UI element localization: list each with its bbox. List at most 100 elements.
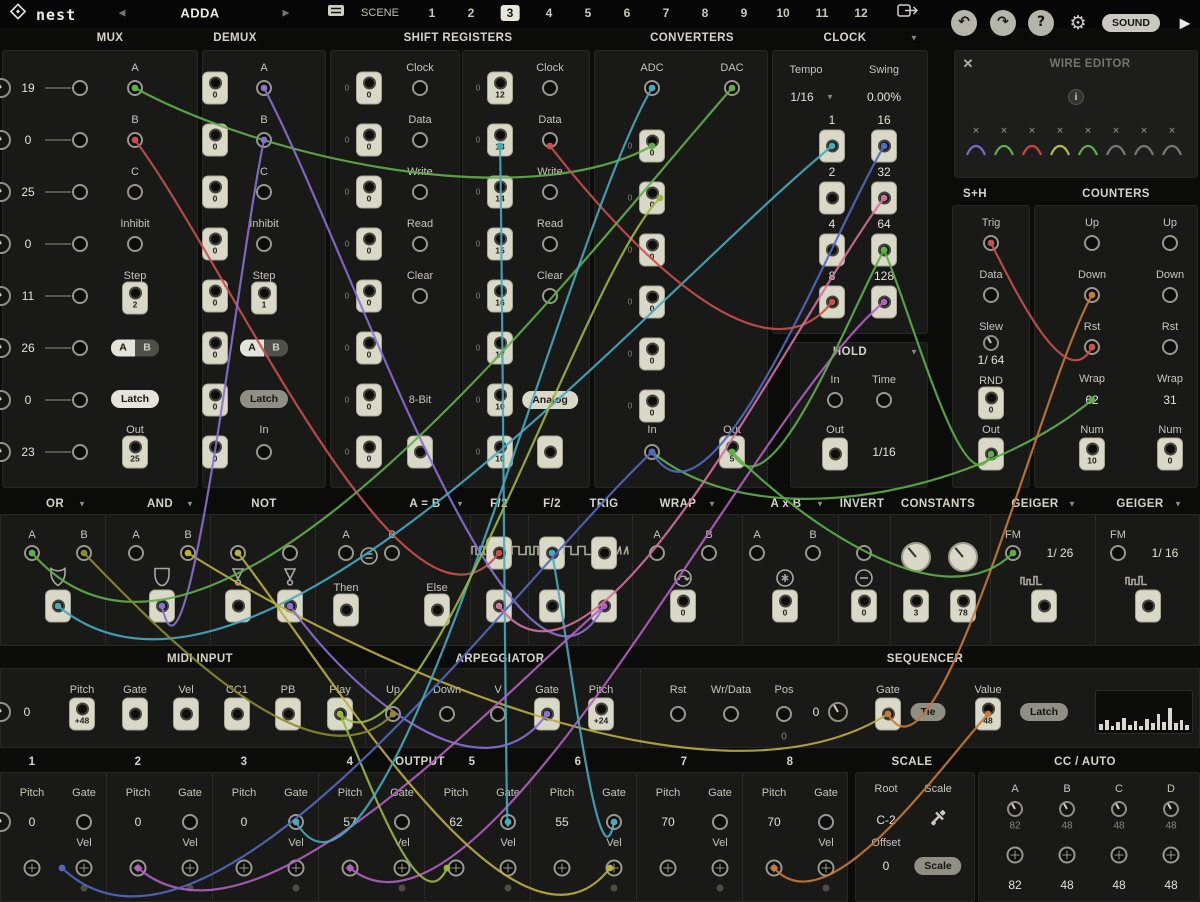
mux-knob-value-4[interactable]: 0 [25, 237, 32, 251]
clock-division-port-4[interactable] [819, 234, 845, 267]
and-a-port[interactable] [128, 545, 144, 561]
midi-gate-port[interactable] [122, 698, 148, 731]
scene-tab-1[interactable]: 1 [423, 5, 442, 21]
demux-out-port-8[interactable]: 0 [202, 436, 228, 469]
output1-pitch-port[interactable] [24, 860, 41, 877]
output4-pitch-value[interactable]: 57 [343, 815, 356, 829]
sr2-cell-port-2[interactable]: 13 [487, 124, 513, 157]
mux-a-port[interactable] [127, 80, 143, 96]
axb-dropdown-icon[interactable]: ▼ [816, 500, 824, 509]
scene-tab-3[interactable]: 3 [501, 5, 520, 21]
invert-out-port[interactable]: 0 [851, 590, 877, 623]
sr2-cell-port-3[interactable]: 14 [487, 176, 513, 209]
seq-step-display[interactable] [1095, 690, 1193, 734]
sr1-cell-port-1[interactable]: 0 [356, 72, 382, 105]
axb-a-port[interactable] [749, 545, 765, 561]
wrap-out-port[interactable]: 0 [670, 590, 696, 623]
demux-out-port-6[interactable]: 0 [202, 332, 228, 365]
undo-button[interactable]: ↶ [951, 10, 977, 36]
sr1-mode-port[interactable] [407, 436, 433, 469]
not2-out-port[interactable] [277, 590, 303, 623]
sr1-mode-label[interactable]: 8-Bit [409, 394, 432, 406]
output5-pitch-value[interactable]: 62 [449, 815, 462, 829]
mux-row-port-7[interactable] [72, 392, 88, 408]
output2-vel-port[interactable] [182, 860, 199, 877]
hold-dropdown-icon[interactable]: ▼ [910, 348, 918, 357]
seq-latch-button[interactable]: Latch [1020, 703, 1068, 721]
mux-ab-toggle[interactable]: AB [111, 340, 159, 357]
geiger2-header[interactable]: GEIGER [1116, 498, 1163, 510]
output3-gate-port[interactable] [288, 814, 304, 830]
aeqb-dropdown-icon[interactable]: ▼ [456, 500, 464, 509]
midi-play-port[interactable] [327, 698, 353, 731]
sr2-data-port[interactable] [542, 132, 558, 148]
output8-pitch-port[interactable] [766, 860, 783, 877]
output6-gate-port[interactable] [606, 814, 622, 830]
wrap-b-port[interactable] [701, 545, 717, 561]
mux-c-port[interactable] [127, 184, 143, 200]
wire-editor-info-icon[interactable]: i [1068, 89, 1084, 105]
clock-division-port-2[interactable] [819, 182, 845, 215]
constant2-out-port[interactable]: 78 [950, 590, 976, 623]
preset-name[interactable]: ADDA [180, 6, 219, 21]
mux-b-port[interactable] [127, 132, 143, 148]
wire-slot-icon-5[interactable] [1078, 142, 1098, 162]
converter-cell-port-3[interactable]: 0 [639, 234, 665, 267]
demux-out-port-2[interactable]: 0 [202, 124, 228, 157]
trig-in-port[interactable] [591, 537, 617, 570]
or-dropdown-icon[interactable]: ▼ [78, 500, 86, 509]
constant2-knob[interactable] [948, 542, 978, 572]
mux-knob-value-1[interactable]: 19 [21, 81, 34, 95]
demux-step-port[interactable]: 1 [251, 282, 277, 315]
f2b-out-port[interactable] [539, 590, 565, 623]
not1-in-port[interactable] [230, 545, 246, 561]
sr1-cell-port-4[interactable]: 0 [356, 228, 382, 261]
sr1-data-port[interactable] [412, 132, 428, 148]
wrap-header[interactable]: WRAP [660, 498, 697, 510]
sr2-clear-port[interactable] [542, 288, 558, 304]
mux-latch-button[interactable]: Latch [111, 390, 159, 408]
axb-b-port[interactable] [805, 545, 821, 561]
cc-knob-C[interactable] [1111, 801, 1127, 817]
mux-knob-value-2[interactable]: 0 [25, 133, 32, 147]
preset-prev-icon[interactable]: ◀ [119, 8, 126, 19]
mux-row-port-4[interactable] [72, 236, 88, 252]
hold-time-port[interactable] [876, 392, 892, 408]
converter-cell-port-5[interactable]: 0 [639, 338, 665, 371]
hold-in-port[interactable] [827, 392, 843, 408]
adc-port[interactable] [644, 80, 660, 96]
sr2-cell-port-7[interactable]: 10 [487, 384, 513, 417]
demux-b-port[interactable] [256, 132, 272, 148]
cc-knob-value-A[interactable]: 82 [1009, 821, 1020, 832]
geiger1-fm-port[interactable] [1005, 545, 1021, 561]
constant1-knob[interactable] [901, 542, 931, 572]
arp-up-port[interactable] [385, 706, 401, 722]
cc-port-A[interactable] [1007, 847, 1024, 864]
wrap-a-port[interactable] [649, 545, 665, 561]
sr2-write-port[interactable] [542, 184, 558, 200]
arp-down-port[interactable] [439, 706, 455, 722]
demux-out-port-4[interactable]: 0 [202, 228, 228, 261]
cc-knob-value-C[interactable]: 48 [1113, 821, 1124, 832]
demux-c-port[interactable] [256, 184, 272, 200]
and-dropdown-icon[interactable]: ▼ [186, 500, 194, 509]
scale-root-value[interactable]: C-2 [876, 813, 895, 827]
sr1-cell-port-8[interactable]: 0 [356, 436, 382, 469]
sh-slew-knob[interactable] [983, 335, 999, 351]
trig-out-port[interactable] [591, 590, 617, 623]
cc-knob-B[interactable] [1059, 801, 1075, 817]
cc-port-D[interactable] [1163, 847, 1180, 864]
sr2-mode-port[interactable] [537, 436, 563, 469]
arp-v-port[interactable] [490, 706, 506, 722]
axb-out-port[interactable]: 0 [772, 590, 798, 623]
help-button[interactable]: ? [1028, 10, 1054, 36]
output7-gate-port[interactable] [712, 814, 728, 830]
scene-tab-8[interactable]: 8 [696, 5, 715, 21]
not2-in-port[interactable] [282, 545, 298, 561]
preset-next-icon[interactable]: ▶ [283, 8, 290, 19]
scale-offset-value[interactable]: 0 [883, 859, 890, 873]
output8-gate-port[interactable] [818, 814, 834, 830]
mux-inhibit-port[interactable] [127, 236, 143, 252]
counter2-num-port[interactable]: 0 [1157, 438, 1183, 471]
clock-division-port-16[interactable] [871, 130, 897, 163]
